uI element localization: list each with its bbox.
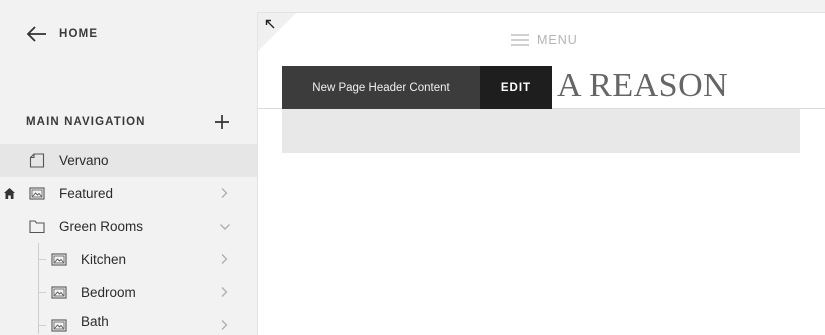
site-title[interactable]: A REASON xyxy=(557,67,728,105)
back-arrow-icon xyxy=(26,26,46,42)
header-content-block[interactable] xyxy=(282,109,800,153)
plus-icon xyxy=(215,115,229,129)
sidebar-item-featured[interactable]: Featured xyxy=(0,177,257,210)
chevron-right-icon xyxy=(221,287,228,297)
sidebar-item-kitchen[interactable]: Kitchen xyxy=(0,243,257,276)
sidebar-item-label: Bedroom xyxy=(81,285,136,300)
header-edit-title: New Page Header Content xyxy=(282,66,480,109)
gallery-icon xyxy=(51,253,67,266)
gallery-icon xyxy=(29,187,45,200)
gallery-icon xyxy=(51,319,67,332)
main-navigation-title: MAIN NAVIGATION xyxy=(26,116,146,128)
chevron-right-icon xyxy=(221,254,228,264)
sidebar-item-label: Featured xyxy=(59,186,114,201)
edit-button[interactable]: EDIT xyxy=(480,66,552,109)
homepage-house-icon xyxy=(4,188,15,199)
chevron-down-icon xyxy=(220,224,230,230)
menu-toggle[interactable]: MENU xyxy=(511,33,578,47)
header-edit-bar: New Page Header Content EDIT xyxy=(282,66,552,109)
menu-label: MENU xyxy=(537,33,578,47)
page-icon xyxy=(29,153,45,168)
sidebar-item-bath[interactable]: Bath xyxy=(0,309,257,334)
sidebar-item-label: Vervano xyxy=(59,153,109,168)
folder-icon xyxy=(29,220,45,234)
expand-arrow-icon[interactable] xyxy=(265,19,275,29)
site-preview-canvas[interactable]: MENU New Page Header Content EDIT A REAS… xyxy=(257,12,825,335)
sidebar-item-label: Bath xyxy=(81,314,109,329)
home-link[interactable]: HOME xyxy=(25,22,98,46)
chevron-right-icon xyxy=(221,320,228,330)
sidebar-item-bedroom[interactable]: Bedroom xyxy=(0,276,257,309)
sidebar-item-label: Green Rooms xyxy=(59,219,144,234)
sidebar-item-label: Kitchen xyxy=(81,252,127,267)
sidebar-item-green-rooms[interactable]: Green Rooms xyxy=(0,210,257,243)
chevron-right-icon xyxy=(221,188,228,198)
hamburger-icon xyxy=(511,34,529,46)
main-navigation-header: MAIN NAVIGATION xyxy=(26,112,232,132)
gallery-icon xyxy=(51,286,67,299)
corner-fold xyxy=(258,13,296,51)
sidebar-item-vervano[interactable]: Vervano xyxy=(0,144,257,177)
sidebar: HOME MAIN NAVIGATION Vervano Featured Gr… xyxy=(0,0,257,334)
add-page-button[interactable] xyxy=(212,112,232,132)
home-label: HOME xyxy=(59,28,99,40)
